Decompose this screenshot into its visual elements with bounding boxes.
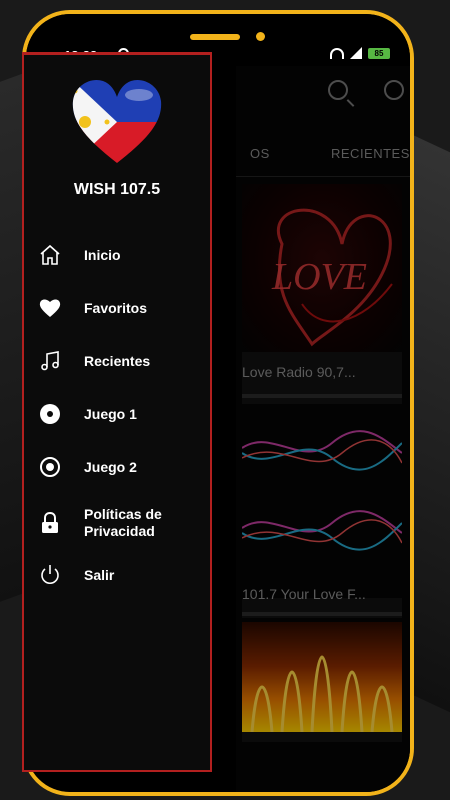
wifi-icon [330, 47, 344, 59]
menu-label: Políticas de Privacidad [84, 506, 162, 539]
heart-icon [39, 299, 61, 317]
signal-icon [350, 47, 362, 59]
target-icon [40, 457, 60, 477]
home-icon [40, 244, 60, 265]
status-icons: 85 [330, 47, 390, 59]
menu-item-salir[interactable]: Salir [24, 555, 210, 595]
menu-label: Juego 1 [84, 405, 137, 422]
battery-icon: 85 [368, 47, 390, 59]
menu-item-recientes[interactable]: Recientes [24, 341, 210, 381]
station-name-title: WISH 107.5 [73, 181, 161, 198]
menu-item-inicio[interactable]: Inicio [24, 235, 210, 275]
lock-icon [42, 511, 58, 533]
disc-icon [40, 404, 60, 424]
philippine-heart-logo [69, 77, 165, 167]
music-note-icon [41, 351, 59, 371]
power-icon [41, 565, 59, 584]
menu-label: Juego 2 [84, 458, 137, 475]
menu-item-juego-2[interactable]: Juego 2 [24, 447, 210, 487]
phone-notch [118, 14, 328, 46]
speaker-bar [190, 34, 240, 40]
menu-item-juego-1[interactable]: Juego 1 [24, 394, 210, 434]
camera-dot [256, 32, 265, 41]
menu-item-favoritos[interactable]: Favoritos [24, 288, 210, 328]
menu-label: Inicio [84, 246, 121, 263]
navigation-drawer: WISH 107.5 Inicio Favoritos Recientes Ju… [22, 52, 212, 772]
menu-item-politicas[interactable]: Políticas de Privacidad [24, 500, 210, 546]
menu-label: Salir [84, 566, 115, 583]
menu-label: Favoritos [84, 299, 148, 316]
menu-label: Recientes [84, 352, 151, 369]
